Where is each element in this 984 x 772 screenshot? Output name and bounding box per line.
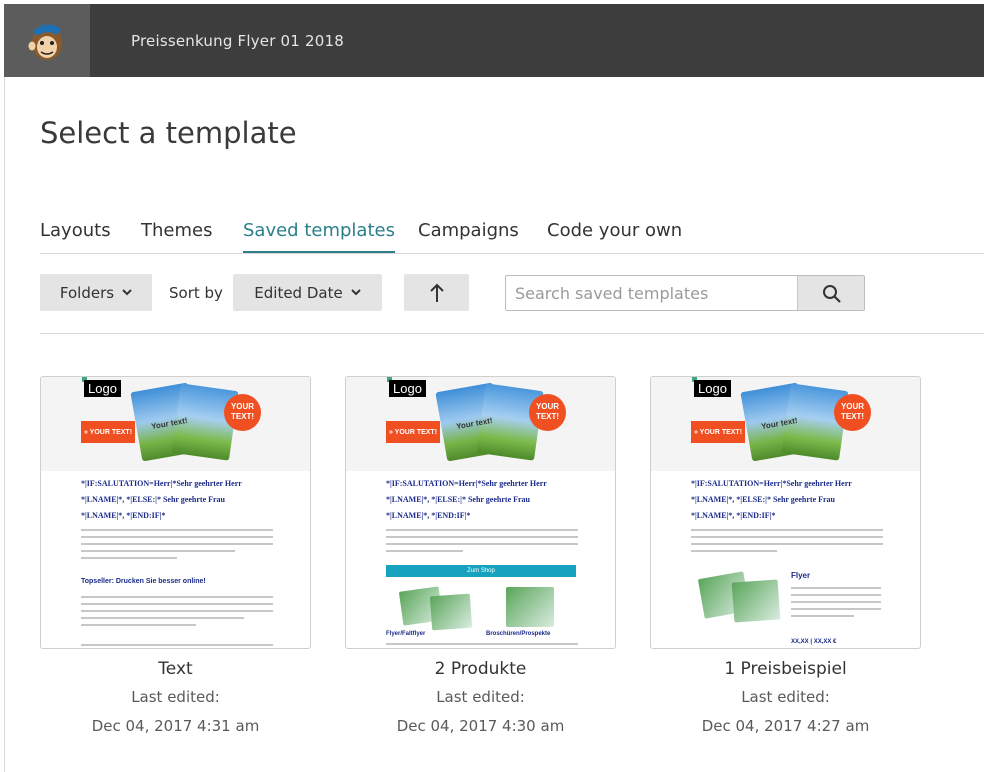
sort-select[interactable]: Edited Date bbox=[233, 274, 382, 311]
tab-layouts[interactable]: Layouts bbox=[40, 220, 111, 254]
page-title: Select a template bbox=[40, 116, 297, 150]
frame-border bbox=[4, 77, 5, 772]
preview-body-text bbox=[386, 643, 578, 648]
tab-code-your-own[interactable]: Code your own bbox=[547, 220, 682, 254]
preview-body-text bbox=[81, 596, 273, 631]
preview-badge-line1: YOUR bbox=[840, 402, 865, 411]
preview-product-image bbox=[731, 579, 781, 623]
preview-logo: Logo bbox=[389, 380, 426, 397]
template-thumbnail[interactable]: Logo Your text! » YOUR TEXT! YOUR TEXT! *… bbox=[345, 376, 616, 649]
chevron-down-icon bbox=[122, 289, 132, 296]
folders-button[interactable]: Folders bbox=[40, 274, 152, 311]
app-header: Preissenkung Flyer 01 2018 bbox=[4, 4, 984, 77]
last-edited-label: Last edited: bbox=[131, 688, 220, 706]
search-button[interactable] bbox=[797, 276, 864, 310]
last-edited-date: Dec 04, 2017 4:27 am bbox=[701, 717, 870, 735]
last-edited-date: Dec 04, 2017 4:30 am bbox=[396, 717, 565, 735]
preview-body-text bbox=[691, 529, 883, 557]
preview-product-label: Flyer/Faltflyer bbox=[386, 631, 426, 637]
preview-cta: » YOUR TEXT! bbox=[691, 421, 745, 443]
preview-badge-line2: TEXT! bbox=[230, 412, 255, 421]
preview-badge-line2: TEXT! bbox=[840, 412, 865, 421]
preview-merge-line: *|IF:SALUTATION=Herr|*Sehr geehrter Herr bbox=[691, 479, 852, 488]
preview-merge-line: *|LNAME|*, *|ELSE:|* Sehr geehrte Frau bbox=[81, 495, 226, 504]
tab-saved-templates[interactable]: Saved templates bbox=[243, 220, 395, 254]
preview-merge-line: *|LNAME|*, *|END:IF|* bbox=[386, 511, 471, 520]
arrow-up-icon bbox=[429, 283, 444, 302]
filters-divider bbox=[40, 333, 984, 334]
last-edited-label: Last edited: bbox=[436, 688, 525, 706]
preview-merge-line: *|IF:SALUTATION=Herr|*Sehr geehrter Herr bbox=[81, 479, 242, 488]
preview-shop-bar: Zum Shop bbox=[386, 565, 576, 577]
preview-body-text bbox=[791, 587, 881, 622]
preview-merge-line: *|LNAME|*, *|END:IF|* bbox=[691, 511, 776, 520]
preview-product-label: Broschüren/Prospekte bbox=[486, 631, 551, 637]
tab-themes[interactable]: Themes bbox=[141, 220, 212, 254]
preview-hero: Logo Your text! » YOUR TEXT! YOUR TEXT! bbox=[41, 377, 310, 471]
preview-flyer-title: Flyer bbox=[791, 571, 811, 580]
preview-merge-line: *|LNAME|*, *|ELSE:|* Sehr geehrte Frau bbox=[386, 495, 531, 504]
sort-direction-button[interactable] bbox=[404, 274, 469, 311]
preview-logo: Logo bbox=[84, 380, 121, 397]
preview-badge-line1: YOUR bbox=[230, 402, 255, 411]
preview-body-text bbox=[386, 529, 578, 557]
search-box bbox=[505, 275, 865, 311]
preview-merge-line: *|LNAME|*, *|END:IF|* bbox=[81, 511, 166, 520]
preview-badge: YOUR TEXT! bbox=[224, 394, 261, 431]
preview-merge-line: *|IF:SALUTATION=Herr|*Sehr geehrter Herr bbox=[386, 479, 547, 488]
preview-hero: Logo Your text! » YOUR TEXT! YOUR TEXT! bbox=[651, 377, 920, 471]
preview-cta: » YOUR TEXT! bbox=[81, 421, 135, 443]
preview-heading: Topseller: Drucken Sie besser online! bbox=[81, 578, 206, 585]
last-edited-label: Last edited: bbox=[741, 688, 830, 706]
folders-label: Folders bbox=[59, 283, 115, 302]
template-name: Text bbox=[158, 659, 193, 679]
preview-merge-line: *|LNAME|*, *|ELSE:|* Sehr geehrte Frau bbox=[691, 495, 836, 504]
preview-product-image bbox=[429, 593, 473, 631]
preview-badge: YOUR TEXT! bbox=[834, 394, 871, 431]
chevron-down-icon bbox=[350, 289, 361, 296]
sort-by-label: Sort by bbox=[169, 284, 223, 302]
campaign-title: Preissenkung Flyer 01 2018 bbox=[131, 32, 344, 50]
preview-body-text bbox=[81, 529, 273, 564]
template-name: 1 Preisbeispiel bbox=[724, 659, 847, 679]
preview-price: XX,XX | XX,XX € bbox=[791, 639, 837, 645]
preview-body-text bbox=[81, 644, 273, 648]
home-logo-button[interactable] bbox=[4, 4, 90, 77]
template-thumbnail[interactable]: Logo Your text! » YOUR TEXT! YOUR TEXT! *… bbox=[40, 376, 311, 649]
last-edited-date: Dec 04, 2017 4:31 am bbox=[91, 717, 260, 735]
search-icon bbox=[822, 284, 841, 303]
sort-value: Edited Date bbox=[254, 283, 343, 302]
preview-badge: YOUR TEXT! bbox=[529, 394, 566, 431]
preview-badge-line2: TEXT! bbox=[535, 412, 560, 421]
preview-product-image bbox=[506, 587, 554, 627]
tab-campaigns[interactable]: Campaigns bbox=[418, 220, 519, 254]
tabs-divider bbox=[40, 253, 984, 254]
preview-badge-line1: YOUR bbox=[535, 402, 560, 411]
preview-cta: » YOUR TEXT! bbox=[386, 421, 440, 443]
freddie-monkey-logo-icon bbox=[28, 23, 62, 60]
template-name: 2 Produkte bbox=[434, 659, 527, 679]
template-thumbnail[interactable]: Logo Your text! » YOUR TEXT! YOUR TEXT! *… bbox=[650, 376, 921, 649]
search-input[interactable] bbox=[506, 276, 798, 310]
preview-hero: Logo Your text! » YOUR TEXT! YOUR TEXT! bbox=[346, 377, 615, 471]
preview-logo: Logo bbox=[694, 380, 731, 397]
